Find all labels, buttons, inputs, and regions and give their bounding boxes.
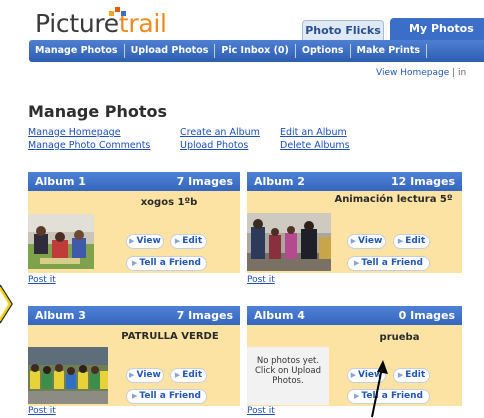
album-name[interactable]: Album 1 — [35, 175, 86, 188]
edit-label: Edit — [182, 236, 203, 246]
post-it-link[interactable]: Post it — [28, 406, 56, 416]
album-card-header: Album 1 7 Images — [28, 172, 240, 191]
tab-photo-flicks[interactable]: Photo Flicks — [302, 20, 384, 40]
view-arrow-icon: ▶ — [350, 371, 357, 379]
picturetrail-logo[interactable]: Picture trail — [35, 7, 167, 39]
edit-album-link[interactable]: Edit an Album — [280, 127, 347, 138]
album-thumbnail[interactable] — [28, 347, 108, 404]
tell-a-friend-button[interactable]: ▶ Tell a Friend — [126, 256, 207, 271]
nav-options[interactable]: Options — [296, 40, 350, 62]
view-homepage-row: View Homepage | in — [376, 68, 466, 78]
logo-text-picture: Picture — [35, 9, 119, 38]
view-button[interactable]: ▶ View — [126, 368, 164, 383]
logo-squares-icon — [109, 7, 131, 17]
edit-arrow-icon: ▶ — [174, 237, 181, 245]
edit-button[interactable]: ▶ Edit — [170, 368, 207, 383]
post-it-link[interactable]: Post it — [247, 275, 275, 285]
edit-arrow-icon: ▶ — [397, 237, 404, 245]
view-arrow-icon: ▶ — [129, 237, 135, 245]
tell-arrow-icon: ▶ — [354, 392, 360, 400]
view-button[interactable]: ▶ View — [126, 234, 164, 249]
view-homepage-link[interactable]: View Homepage — [376, 68, 449, 78]
tell-arrow-icon: ▶ — [132, 259, 138, 267]
manage-homepage-link[interactable]: Manage Homepage — [28, 127, 121, 138]
upload-photos-link[interactable]: Upload Photos — [180, 140, 248, 151]
tell-a-friend-label: Tell a Friend — [361, 258, 423, 268]
album-title: Animación lectura 5º — [334, 194, 453, 205]
album-card-1: Album 1 7 Images xogos 1ºb ▶ View ▶ Edit ▶… — [28, 172, 240, 273]
tell-a-friend-button[interactable]: ▶ Tell a Friend — [126, 389, 207, 404]
album-card-3: Album 3 7 Images PATRULLA VERDE ▶ View ▶ E… — [28, 306, 240, 406]
tell-a-friend-button[interactable]: ▶ Tell a Friend — [347, 256, 430, 271]
album-title: xogos 1ºb — [140, 197, 198, 208]
nav-upload-photos[interactable]: Upload Photos — [125, 40, 215, 62]
album-card-2: Album 2 12 Images Animación lectura 5º ▶… — [247, 172, 462, 273]
album-image-count: 0 Images — [398, 309, 455, 322]
post-it-link[interactable]: Post it — [247, 406, 275, 416]
nav-pic-inbox[interactable]: Pic Inbox (0) — [215, 40, 295, 62]
album-card-header: Album 3 7 Images — [28, 306, 240, 325]
view-label: View — [358, 236, 383, 246]
edit-label: Edit — [405, 370, 426, 380]
album-card-header: Album 2 12 Images — [247, 172, 462, 191]
post-it-link[interactable]: Post it — [28, 275, 56, 285]
edit-arrow-icon: ▶ — [397, 371, 404, 379]
album-thumbnail[interactable] — [247, 213, 331, 271]
tell-arrow-icon: ▶ — [354, 259, 360, 267]
nav-manage-photos[interactable]: Manage Photos — [29, 40, 124, 62]
black-arrow-annotation-icon — [371, 360, 388, 418]
album-card-4: Album 4 0 Images prueba No photos yet. C… — [247, 306, 462, 406]
tell-arrow-icon: ▶ — [132, 392, 138, 400]
edit-button[interactable]: ▶ Edit — [393, 368, 430, 383]
view-label: View — [136, 236, 161, 246]
album-card-header: Album 4 0 Images — [247, 306, 462, 325]
delete-albums-link[interactable]: Delete Albums — [280, 140, 350, 151]
edit-button[interactable]: ▶ Edit — [393, 234, 430, 249]
create-album-link[interactable]: Create an Album — [180, 127, 260, 138]
tab-my-photos[interactable]: My Photos — [390, 18, 484, 40]
album-name[interactable]: Album 4 — [254, 309, 305, 322]
album-image-count: 7 Images — [176, 309, 233, 322]
album-title: PATRULLA VERDE — [121, 331, 219, 342]
album-image-count: 7 Images — [176, 175, 233, 188]
nav-divider — [426, 44, 428, 58]
edit-arrow-icon: ▶ — [174, 371, 181, 379]
view-button[interactable]: ▶ View — [347, 234, 386, 249]
page-title: Manage Photos — [28, 102, 168, 121]
nav-make-prints[interactable]: Make Prints — [351, 40, 427, 62]
album-name[interactable]: Album 2 — [254, 175, 305, 188]
yellow-arrow-annotation-icon — [0, 284, 13, 324]
manage-photo-comments-link[interactable]: Manage Photo Comments — [28, 140, 150, 151]
edit-label: Edit — [182, 370, 203, 380]
view-label: View — [136, 370, 161, 380]
view-arrow-icon: ▶ — [129, 371, 135, 379]
tell-a-friend-label: Tell a Friend — [139, 391, 201, 401]
tell-a-friend-label: Tell a Friend — [139, 258, 201, 268]
album-name[interactable]: Album 3 — [35, 309, 86, 322]
view-arrow-icon: ▶ — [350, 237, 357, 245]
album-thumbnail[interactable] — [28, 214, 94, 269]
view-homepage-separator: | in — [452, 68, 467, 78]
no-photos-placeholder: No photos yet. Click on Upload Photos. — [247, 347, 329, 405]
album-image-count: 12 Images — [391, 175, 455, 188]
main-nav-bar: Manage Photos Upload Photos Pic Inbox (0… — [29, 40, 484, 62]
edit-button[interactable]: ▶ Edit — [170, 234, 207, 249]
edit-label: Edit — [405, 236, 426, 246]
album-title: prueba — [379, 332, 420, 343]
